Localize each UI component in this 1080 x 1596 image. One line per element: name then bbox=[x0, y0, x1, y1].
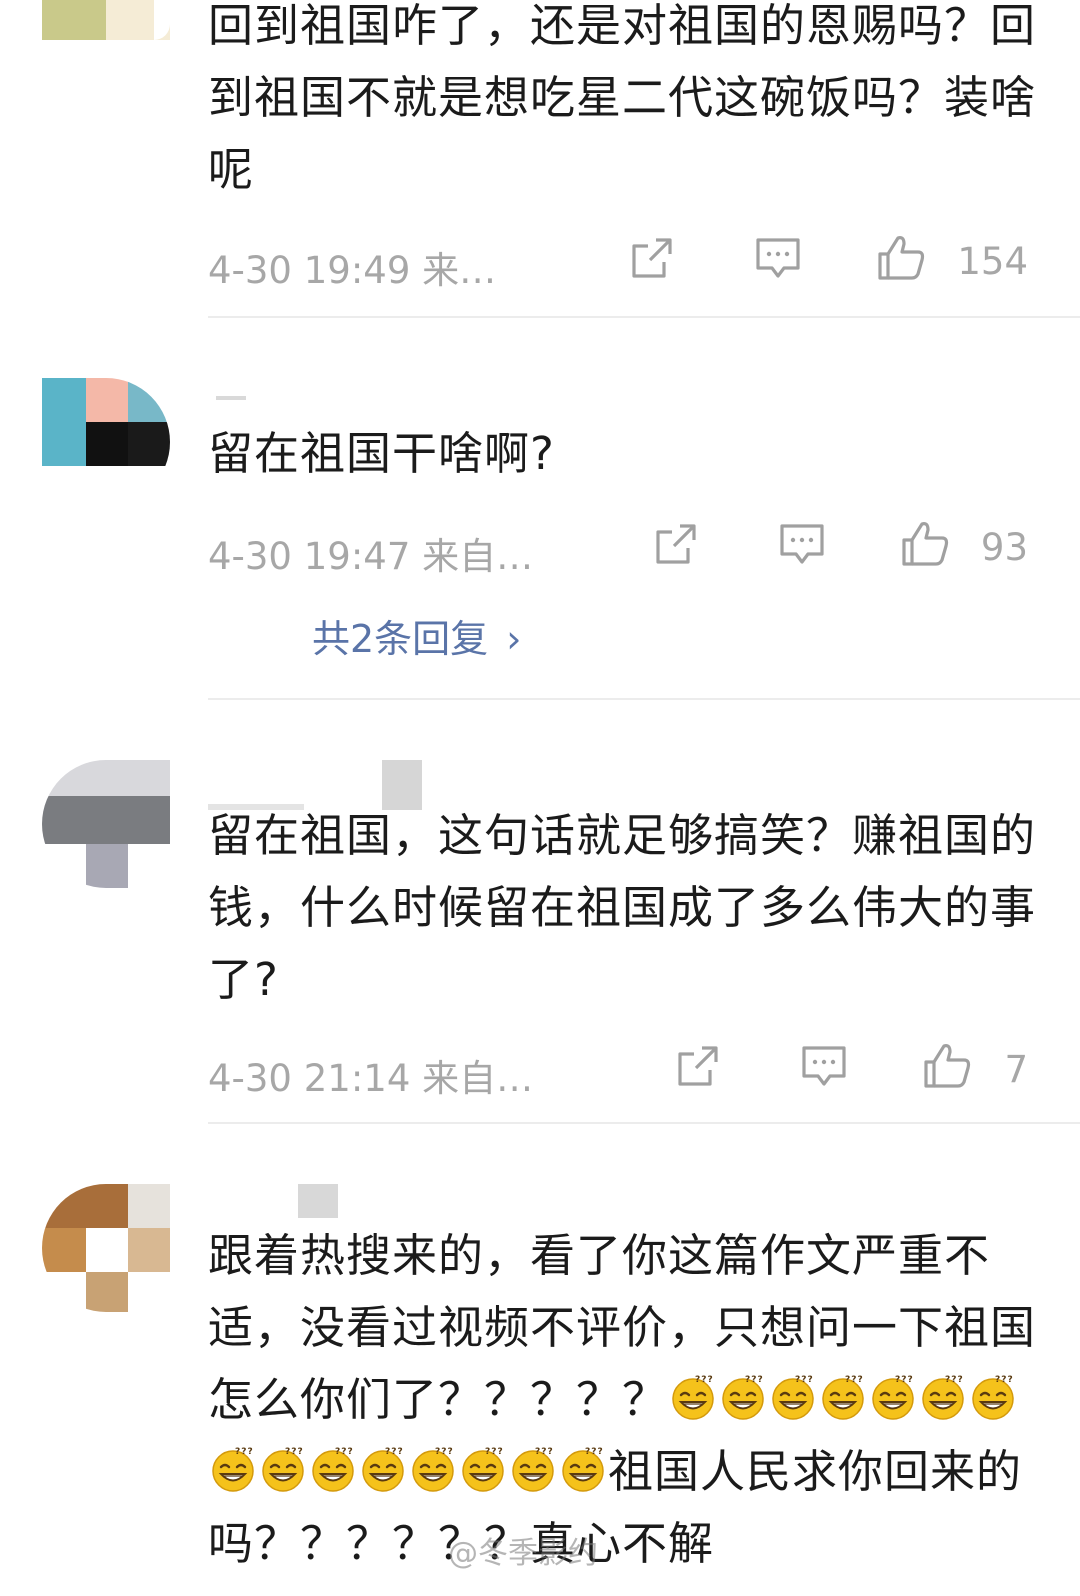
dizzy-grin-emoji-icon: ??? bbox=[922, 1375, 964, 1420]
svg-text:???: ??? bbox=[995, 1375, 1014, 1385]
dizzy-grin-emoji-icon: ??? bbox=[872, 1375, 914, 1420]
comment-item-4: 跟着热搜来的，看了你这篇作文严重不适，没看过视频不评价，只想问一下祖国怎么你们了… bbox=[0, 0, 1080, 1596]
dizzy-grin-emoji-icon: ??? bbox=[362, 1447, 404, 1492]
svg-text:???: ??? bbox=[335, 1447, 354, 1457]
svg-text:???: ??? bbox=[795, 1375, 814, 1385]
dizzy-grin-emoji-icon: ??? bbox=[212, 1447, 254, 1492]
svg-text:???: ??? bbox=[385, 1447, 404, 1457]
dizzy-grin-emoji-icon: ??? bbox=[772, 1375, 814, 1420]
svg-text:???: ??? bbox=[745, 1375, 764, 1385]
comment-text: 跟着热搜来的，看了你这篇作文严重不适，没看过视频不评价，只想问一下祖国怎么你们了… bbox=[208, 1220, 1038, 1580]
dizzy-grin-emoji-icon: ??? bbox=[672, 1375, 714, 1420]
dizzy-grin-emoji-icon: ??? bbox=[972, 1375, 1014, 1420]
svg-text:???: ??? bbox=[945, 1375, 964, 1385]
dizzy-grin-emoji-icon: ??? bbox=[262, 1447, 304, 1492]
svg-text:???: ??? bbox=[695, 1375, 714, 1385]
svg-text:???: ??? bbox=[235, 1447, 254, 1457]
svg-text:???: ??? bbox=[845, 1375, 864, 1385]
dizzy-grin-emoji-icon: ??? bbox=[562, 1447, 604, 1492]
dizzy-grin-emoji-icon: ??? bbox=[412, 1447, 454, 1492]
dizzy-grin-emoji-icon: ??? bbox=[462, 1447, 504, 1492]
svg-text:???: ??? bbox=[485, 1447, 504, 1457]
dizzy-grin-emoji-icon: ??? bbox=[822, 1375, 864, 1420]
dizzy-grin-emoji-icon: ??? bbox=[312, 1447, 354, 1492]
avatar[interactable] bbox=[42, 1184, 170, 1312]
dizzy-grin-emoji-icon: ??? bbox=[722, 1375, 764, 1420]
watermark: @冬季影约 bbox=[448, 1536, 598, 1571]
svg-text:???: ??? bbox=[435, 1447, 454, 1457]
svg-text:???: ??? bbox=[535, 1447, 554, 1457]
svg-text:???: ??? bbox=[285, 1447, 304, 1457]
emoji-group: ????????? bbox=[668, 1373, 818, 1426]
svg-text:???: ??? bbox=[585, 1447, 604, 1457]
username-blurred[interactable] bbox=[298, 1184, 338, 1218]
dizzy-grin-emoji-icon: ??? bbox=[512, 1447, 554, 1492]
svg-text:???: ??? bbox=[895, 1375, 914, 1385]
